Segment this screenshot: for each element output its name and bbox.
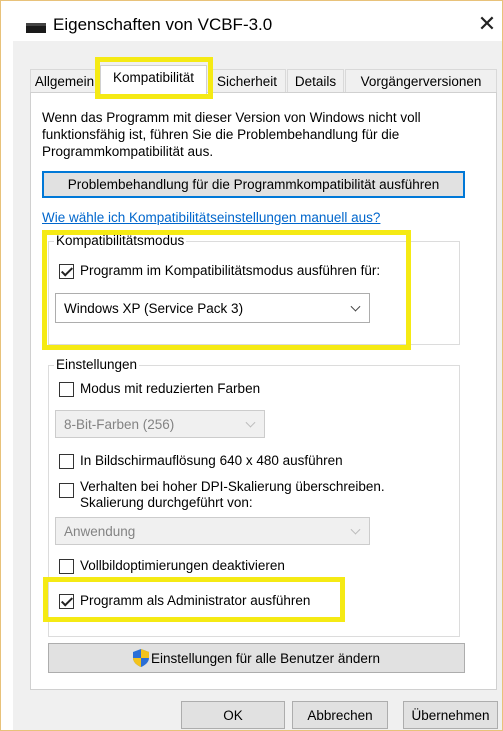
run-as-admin-checkbox[interactable] — [59, 594, 74, 609]
dpi-scaling-select[interactable]: Anwendung — [55, 517, 370, 545]
run-as-admin-label: Programm als Administrator ausführen — [80, 593, 311, 608]
settings-group-label: Einstellungen — [54, 357, 140, 372]
resolution-row[interactable]: In Bildschirmauflösung 640 x 480 ausführ… — [59, 453, 343, 469]
troubleshoot-button[interactable]: Problembehandlung für die Programmkompat… — [42, 171, 465, 198]
cancel-button[interactable]: Abbrechen — [292, 701, 388, 729]
description-text: Wenn das Programm mit dieser Version von… — [42, 110, 421, 159]
reduced-colors-label: Modus mit reduzierten Farben — [80, 381, 261, 396]
reduced-colors-row[interactable]: Modus mit reduzierten Farben — [59, 381, 260, 397]
resolution-label: In Bildschirmauflösung 640 x 480 ausführ… — [80, 453, 343, 468]
ok-button[interactable]: OK — [181, 701, 285, 729]
chevron-down-icon — [350, 524, 361, 535]
color-depth-select[interactable]: 8-Bit-Farben (256) — [55, 410, 265, 438]
resolution-checkbox[interactable] — [59, 454, 74, 469]
uac-shield-icon — [133, 649, 150, 667]
change-all-users-label: Einstellungen für alle Benutzer ändern — [151, 650, 380, 666]
compat-mode-checkbox-label: Programm im Kompatibilitätsmodus ausführ… — [80, 263, 381, 278]
run-as-admin-row[interactable]: Programm als Administrator ausführen — [59, 593, 310, 609]
fullscreen-opt-row[interactable]: Vollbildoptimierungen deaktivieren — [59, 558, 285, 574]
application-icon — [26, 23, 46, 33]
chevron-down-icon — [245, 417, 256, 428]
manual-settings-link[interactable]: Wie wähle ich Kompatibilitätseinstellung… — [42, 210, 380, 225]
change-all-users-button[interactable]: Einstellungen für alle Benutzer ändern — [48, 643, 465, 673]
color-depth-select-value: 8-Bit-Farben (256) — [64, 416, 175, 432]
window-title: Eigenschaften von VCBF-3.0 — [53, 15, 273, 34]
dpi-override-row[interactable]: Verhalten bei hoher DPI-Skalierung übers… — [59, 479, 385, 511]
reduced-colors-checkbox[interactable] — [59, 382, 74, 397]
compat-mode-checkbox-row[interactable]: Programm im Kompatibilitätsmodus ausführ… — [59, 263, 380, 279]
dpi-scaling-select-value: Anwendung — [64, 523, 136, 539]
dpi-override-label: Verhalten bei hoher DPI-Skalierung übers… — [80, 479, 385, 511]
dpi-override-label-line2: Skalierung durchgeführt von: — [80, 495, 253, 510]
tab-vorgaengerversionen[interactable]: Vorgängerversionen — [345, 69, 497, 93]
apply-button[interactable]: Übernehmen — [403, 701, 498, 729]
dpi-override-checkbox[interactable] — [59, 483, 74, 498]
fullscreen-opt-checkbox[interactable] — [59, 559, 74, 574]
tab-details[interactable]: Details — [287, 69, 344, 93]
compat-mode-group-label: Kompatibilitätsmodus — [54, 233, 187, 248]
title-bar: Eigenschaften von VCBF-3.0 ✕ — [1, 1, 502, 41]
fullscreen-opt-label: Vollbildoptimierungen deaktivieren — [80, 558, 285, 573]
properties-dialog: Eigenschaften von VCBF-3.0 ✕ Allgemein K… — [0, 0, 503, 731]
tab-kompatibilitaet[interactable]: Kompatibilität — [100, 65, 207, 94]
compat-os-select-value: Windows XP (Service Pack 3) — [64, 300, 244, 316]
dpi-override-label-line1: Verhalten bei hoher DPI-Skalierung übers… — [80, 479, 385, 494]
compat-mode-checkbox[interactable] — [59, 264, 74, 279]
close-icon[interactable]: ✕ — [472, 9, 502, 39]
compat-os-select[interactable]: Windows XP (Service Pack 3) — [55, 293, 370, 323]
tab-sicherheit[interactable]: Sicherheit — [208, 69, 286, 93]
chevron-down-icon — [350, 301, 361, 312]
tab-allgemein[interactable]: Allgemein — [30, 69, 99, 93]
